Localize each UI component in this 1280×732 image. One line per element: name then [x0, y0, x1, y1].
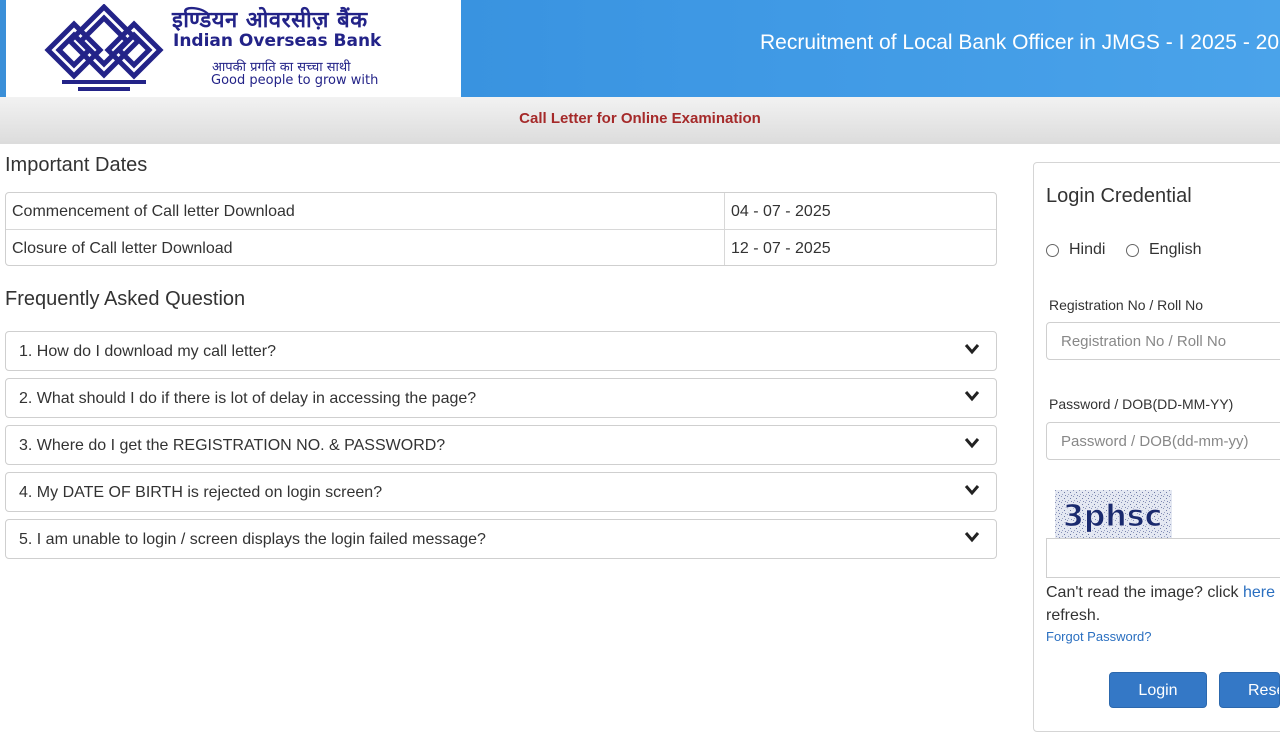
- chevron-down-icon: [964, 391, 980, 402]
- date-value: 12 - 07 - 2025: [731, 240, 831, 257]
- english-radio-label: English: [1149, 241, 1202, 258]
- chevron-down-icon: [964, 485, 980, 496]
- bank-name-hindi: इण्डियन ओवरसीज़ बैंक: [172, 8, 368, 33]
- date-value: 04 - 07 - 2025: [731, 203, 831, 220]
- forgot-password-link[interactable]: Forgot Password?: [1046, 629, 1152, 644]
- faq-question: 3. Where do I get the REGISTRATION NO. &…: [19, 437, 446, 454]
- faq-question: 4. My DATE OF BIRTH is rejected on login…: [19, 484, 383, 501]
- chevron-down-icon: [964, 344, 980, 355]
- faq-question: 5. I am unable to login / screen display…: [19, 531, 486, 548]
- page-header: इण्डियन ओवरसीज़ बैंक Indian Overseas Ban…: [0, 0, 1280, 97]
- faq-question: 1. How do I download my call letter?: [19, 343, 277, 360]
- bank-name: Indian Overseas Bank: [173, 31, 382, 51]
- captcha-text: 3phsc: [1063, 499, 1162, 534]
- captcha-help: Can't read the image? click here refresh…: [1046, 581, 1275, 627]
- table-row: Commencement of Call letter Download 04 …: [6, 193, 996, 229]
- login-title: Login Credential: [1046, 185, 1192, 207]
- iob-emblem-icon: [44, 4, 164, 91]
- faq-item[interactable]: 5. I am unable to login / screen display…: [5, 519, 997, 559]
- column-divider: [724, 230, 725, 265]
- captcha-image: 3phsc: [1055, 490, 1172, 538]
- faq-item[interactable]: 2. What should I do if there is lot of d…: [5, 378, 997, 418]
- reset-button[interactable]: Reset: [1219, 672, 1280, 708]
- column-divider: [724, 193, 725, 229]
- page-subtitle-bar: Call Letter for Online Examination: [0, 97, 1280, 144]
- captcha-refresh-link[interactable]: here: [1243, 584, 1275, 601]
- captcha-input[interactable]: [1046, 538, 1280, 578]
- captcha-refresh-text: refresh.: [1046, 607, 1101, 624]
- faq-item[interactable]: 4. My DATE OF BIRTH is rejected on login…: [5, 472, 997, 512]
- faq-heading: Frequently Asked Question: [5, 288, 246, 310]
- password-label: Password / DOB(DD-MM-YY): [1049, 396, 1234, 412]
- faq-question: 2. What should I do if there is lot of d…: [19, 390, 477, 407]
- bank-tagline: Good people to grow with: [211, 73, 379, 88]
- table-row: Closure of Call letter Download 12 - 07 …: [6, 230, 996, 265]
- english-radio[interactable]: [1126, 244, 1139, 257]
- faq-item[interactable]: 1. How do I download my call letter?: [5, 331, 997, 371]
- chevron-down-icon: [964, 438, 980, 449]
- hindi-radio[interactable]: [1046, 244, 1059, 257]
- captcha-help-text: Can't read the image? click: [1046, 584, 1243, 601]
- recruitment-title: Recruitment of Local Bank Officer in JMG…: [760, 31, 1280, 54]
- password-input[interactable]: [1046, 422, 1280, 460]
- registration-input[interactable]: [1046, 322, 1280, 360]
- login-button[interactable]: Login: [1109, 672, 1207, 708]
- important-dates-table: Commencement of Call letter Download 04 …: [5, 192, 997, 266]
- date-label: Closure of Call letter Download: [12, 240, 233, 257]
- important-dates-heading: Important Dates: [5, 154, 148, 176]
- hindi-radio-label: Hindi: [1069, 241, 1106, 258]
- bank-logo: इण्डियन ओवरसीज़ बैंक Indian Overseas Ban…: [0, 0, 461, 97]
- faq-item[interactable]: 3. Where do I get the REGISTRATION NO. &…: [5, 425, 997, 465]
- page-subtitle: Call Letter for Online Examination: [519, 110, 761, 127]
- chevron-down-icon: [964, 532, 980, 543]
- registration-label: Registration No / Roll No: [1049, 297, 1204, 313]
- date-label: Commencement of Call letter Download: [12, 203, 295, 220]
